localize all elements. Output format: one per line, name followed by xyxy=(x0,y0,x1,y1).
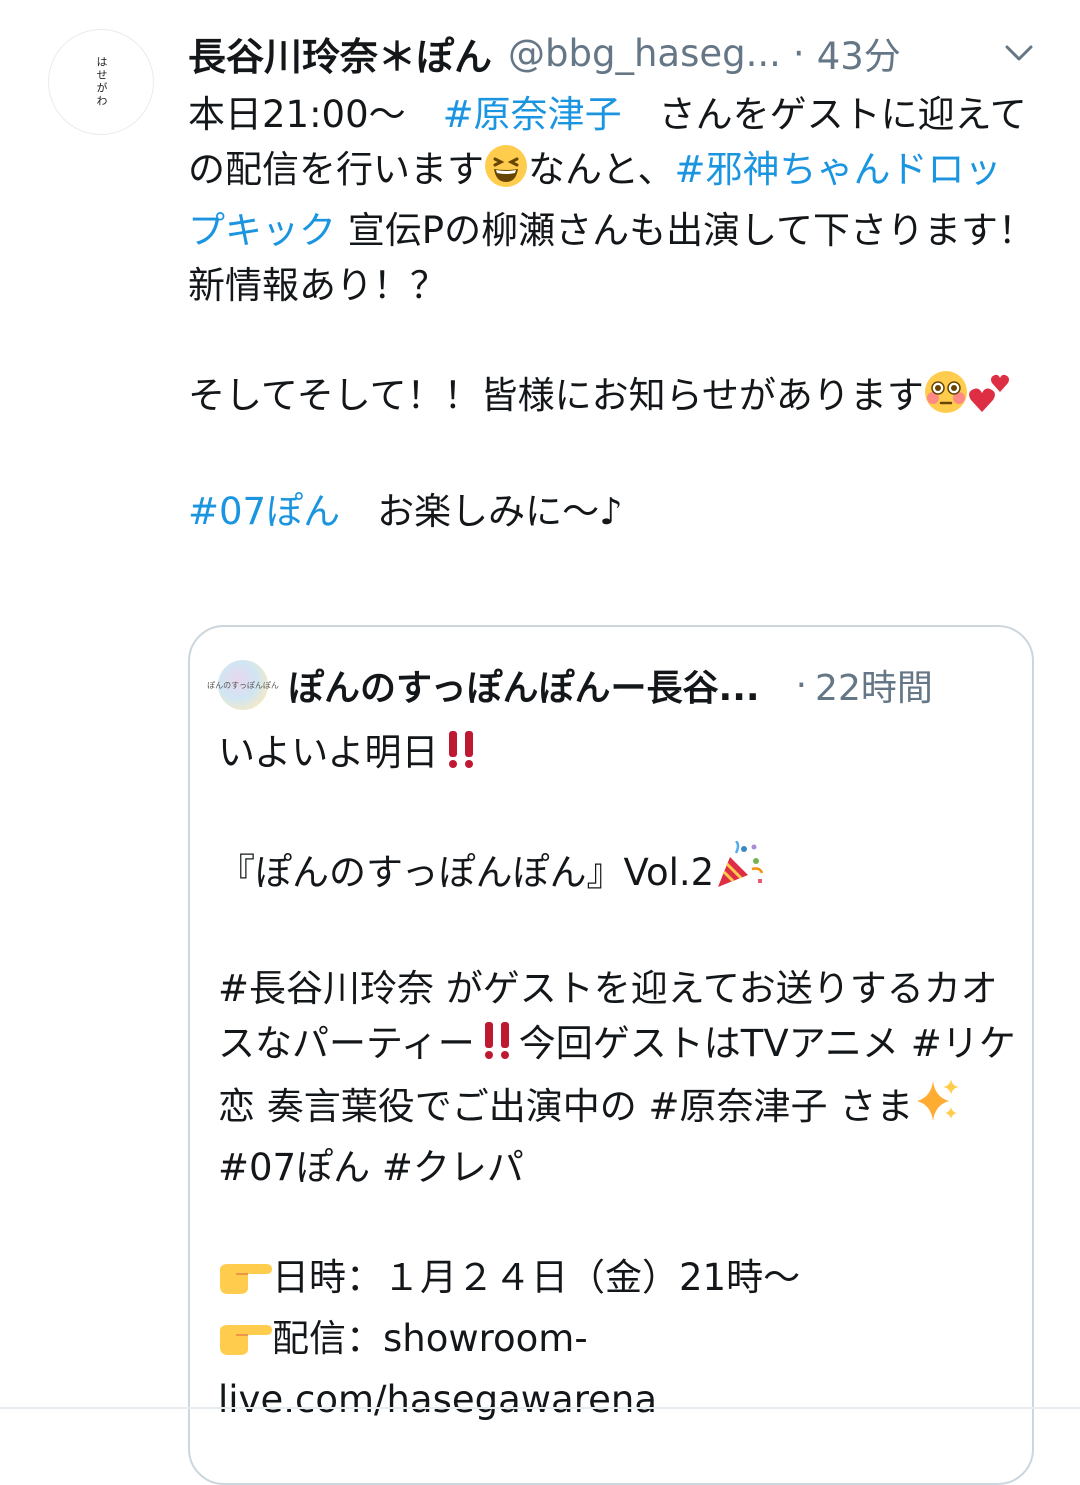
tweet-text-segment: お楽しみに〜♪ xyxy=(340,490,623,533)
pointing-right-icon xyxy=(218,1252,272,1311)
avatar[interactable]: はせがわ xyxy=(48,29,154,135)
quoted-paragraph-2: 『ぽんのすっぽんぽん』Vol.2 xyxy=(218,840,1018,906)
display-name[interactable]: 長谷川玲奈＊ぽん xyxy=(188,26,492,81)
tweet-time[interactable]: 43分 xyxy=(817,26,901,80)
hashtag-link[interactable]: #原奈津子 xyxy=(443,93,622,136)
quoted-text-segment: #07ぽん #クレパ xyxy=(218,1146,524,1189)
tweet-text-segment: 本日21:00〜 xyxy=(188,93,443,136)
quoted-avatar-text: ぽんのすっぽんぽん xyxy=(207,680,279,690)
separator-dot: · xyxy=(795,664,808,706)
double-exclamation-icon xyxy=(475,1018,519,1077)
separator-dot: · xyxy=(792,31,805,75)
quoted-tweet-header: ぽんのすっぽんぽん ぽんのすっぽんぽんー長谷... · 22時間 xyxy=(207,655,1004,715)
quoted-paragraph-5: 配信：showroom-live.com/hasegawarena xyxy=(218,1311,1018,1427)
tweet-text: 本日21:00〜 #原奈津子 さんをゲストに迎えての配信を行います なんと、#邪神… xyxy=(188,87,1036,539)
party-popper-icon xyxy=(714,840,764,906)
quoted-text-segment: 配信：showroom-live.com/hasegawarena xyxy=(218,1317,658,1421)
quoted-paragraph-1: いよいよ明日 xyxy=(218,725,1018,786)
tweet-paragraph-3: #07ぽん お楽しみに〜♪ xyxy=(188,484,1036,539)
user-handle[interactable]: @bbg_haseg... xyxy=(508,32,781,75)
tweet-paragraph-2: そしてそして！！皆様にお知らせがあります xyxy=(188,368,1036,429)
divider xyxy=(0,1407,1080,1409)
tweet-text-segment: そしてそして！！皆様にお知らせがあります xyxy=(188,374,924,417)
grinning-squinting-face-icon xyxy=(484,144,528,203)
tweet-text-segment: なんと、 xyxy=(528,148,675,191)
two-hearts-icon xyxy=(968,370,1012,429)
quoted-display-name: ぽんのすっぽんぽんー長谷... xyxy=(288,668,760,709)
avatar-text: はせがわ xyxy=(95,56,108,108)
pointing-right-icon xyxy=(218,1313,272,1372)
quoted-tweet-text: いよいよ明日 『ぽんのすっぽんぽん』Vol.2 #長谷川玲奈 がゲストを迎えてお… xyxy=(218,725,1018,1427)
quoted-tweet[interactable]: ぽんのすっぽんぽん ぽんのすっぽんぽんー長谷... · 22時間 いよいよ明日 … xyxy=(188,625,1034,1485)
quoted-tweet-time: 22時間 xyxy=(815,668,933,709)
flushed-face-icon xyxy=(924,370,968,429)
quoted-text-segment: 日時：１月２４日（金）21時〜 xyxy=(272,1256,801,1299)
chevron-down-icon[interactable] xyxy=(1002,36,1036,70)
quoted-paragraph-3: #長谷川玲奈 がゲストを迎えてお送りするカオスなパーティー 今回ゲストはTVアニメ… xyxy=(218,961,1018,1195)
quoted-text-segment: 『ぽんのすっぽんぽん』Vol.2 xyxy=(218,851,715,894)
double-exclamation-icon xyxy=(439,727,483,786)
tweet-paragraph-1: 本日21:00〜 #原奈津子 さんをゲストに迎えての配信を行います なんと、#邪神… xyxy=(188,87,1036,313)
tweet-header: 長谷川玲奈＊ぽん @bbg_haseg... · 43分 xyxy=(188,26,1036,80)
quoted-avatar: ぽんのすっぽんぽん xyxy=(207,660,279,710)
quoted-paragraph-4: 日時：１月２４日（金）21時〜 xyxy=(218,1250,1018,1311)
hashtag-link[interactable]: #07ぽん xyxy=(188,490,340,533)
sparkles-icon xyxy=(913,1077,961,1140)
quoted-text-segment: いよいよ明日 xyxy=(218,731,439,774)
